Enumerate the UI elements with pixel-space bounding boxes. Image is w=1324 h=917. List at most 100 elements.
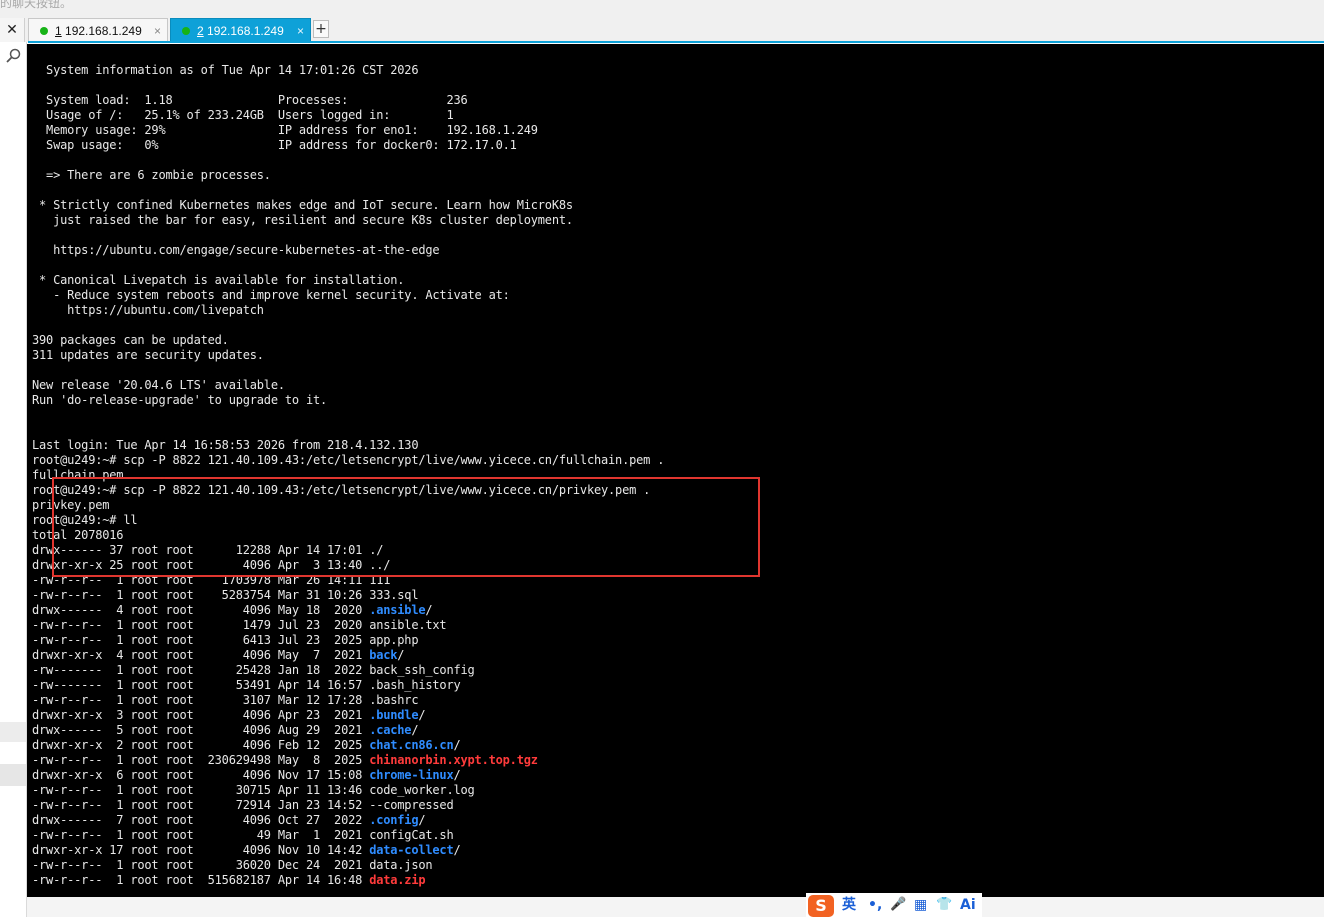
tab-label: 2 192.168.1.249 <box>197 24 284 38</box>
ai-button[interactable]: Ai <box>960 896 976 914</box>
terminal-line-text: drwxr-xr-x 17 root root 4096 Nov 10 14:4… <box>32 843 370 857</box>
terminal-line: Usage of /: 25.1% of 233.24GB Users logg… <box>32 108 664 123</box>
dir-slash: / <box>411 723 419 737</box>
terminal-line-text: root@u249:~# scp -P 8822 121.40.109.43:/… <box>32 453 665 467</box>
active-tab-underline <box>28 41 1324 43</box>
close-session-button[interactable]: ✕ <box>0 18 25 42</box>
terminal-line-text <box>32 153 39 167</box>
terminal-line: System information as of Tue Apr 14 17:0… <box>32 63 664 78</box>
terminal-line <box>32 228 664 243</box>
terminal-line: just raised the bar for easy, resilient … <box>32 213 664 228</box>
terminal-line: -rw------- 1 root root 53491 Apr 14 16:5… <box>32 678 664 693</box>
terminal-line-text: => There are 6 zombie processes. <box>32 168 271 182</box>
terminal-line <box>32 423 664 438</box>
terminal-line: drwx------ 7 root root 4096 Oct 27 2022 … <box>32 813 664 828</box>
terminal-line: drwx------ 5 root root 4096 Aug 29 2021 … <box>32 723 664 738</box>
terminal-line <box>32 78 664 93</box>
terminal-line: 311 updates are security updates. <box>32 348 664 363</box>
terminal-line-text: 390 packages can be updated. <box>32 333 229 347</box>
terminal-line-text: Last login: Tue Apr 14 16:58:53 2026 fro… <box>32 438 419 452</box>
status-bar <box>27 897 1324 917</box>
file-name: data-collect <box>369 843 454 857</box>
terminal-line: -rw-r--r-- 1 root root 3107 Mar 12 17:28… <box>32 693 664 708</box>
dir-slash: / <box>418 813 426 827</box>
terminal-line: -rw-r--r-- 1 root root 6413 Jul 23 2025 … <box>32 633 664 648</box>
terminal-line: drwxr-xr-x 4 root root 4096 May 7 2021 b… <box>32 648 664 663</box>
ime-language-toggle[interactable]: 英 <box>842 896 856 914</box>
terminal-line: root@u249:~# scp -P 8822 121.40.109.43:/… <box>32 453 664 468</box>
file-name: ansible.txt <box>369 618 447 632</box>
terminal-line-text: -rw-r--r-- 1 root root 72914 Jan 23 14:5… <box>32 798 370 812</box>
file-name: chrome-linux <box>369 768 454 782</box>
tab-session-1[interactable]: 1 192.168.1.249 × <box>28 18 168 42</box>
tab-label: 1 192.168.1.249 <box>55 24 142 38</box>
dir-slash: / <box>453 738 461 752</box>
file-name: .cache <box>369 723 412 737</box>
terminal-line: -rw-r--r-- 1 root root 36020 Dec 24 2021… <box>32 858 664 873</box>
file-name: app.php <box>369 633 419 647</box>
file-name: data.zip <box>369 873 426 887</box>
file-name: .config <box>369 813 419 827</box>
file-name: .ansible <box>369 603 426 617</box>
ime-punctuation-toggle[interactable]: •, <box>868 896 882 914</box>
terminal-line-text <box>32 423 39 437</box>
terminal-line-text: just raised the bar for easy, resilient … <box>32 213 573 227</box>
dir-slash: / <box>453 768 461 782</box>
terminal-line-text: -rw------- 1 root root 25428 Jan 18 2022 <box>32 663 370 677</box>
terminal-line-text: drwx------ 4 root root 4096 May 18 2020 <box>32 603 370 617</box>
file-name: .bundle <box>369 708 419 722</box>
terminal-line <box>32 153 664 168</box>
file-name: .bashrc <box>369 693 419 707</box>
file-name: 333.sql <box>369 588 419 602</box>
file-name: back_ssh_config <box>369 663 475 677</box>
skin-icon[interactable]: 👕 <box>936 896 952 914</box>
terminal-line: drwxr-xr-x 6 root root 4096 Nov 17 15:08… <box>32 768 664 783</box>
dir-slash: / <box>397 648 405 662</box>
terminal-line-text: -rw-r--r-- 1 root root 1479 Jul 23 2020 <box>32 618 370 632</box>
terminal-line: -rw-r--r-- 1 root root 49 Mar 1 2021 con… <box>32 828 664 843</box>
terminal-line-text <box>32 228 39 242</box>
top-hint-text: 的聊天按钮。 <box>0 0 73 10</box>
tab-close-icon[interactable]: × <box>154 19 161 43</box>
dir-slash: / <box>418 708 426 722</box>
terminal-line-text: Memory usage: 29% IP address for eno1: 1… <box>32 123 538 137</box>
terminal-line: -rw-r--r-- 1 root root 1479 Jul 23 2020 … <box>32 618 664 633</box>
terminal-line-text <box>32 258 39 272</box>
terminal-line: drwxr-xr-x 3 root root 4096 Apr 23 2021 … <box>32 708 664 723</box>
search-icon[interactable] <box>4 46 24 64</box>
file-name: chat.cn86.cn <box>369 738 454 752</box>
terminal-line: drwx------ 4 root root 4096 May 18 2020 … <box>32 603 664 618</box>
terminal-output: System information as of Tue Apr 14 17:0… <box>32 63 664 888</box>
terminal-line-text: 311 updates are security updates. <box>32 348 264 362</box>
add-tab-button[interactable]: + <box>313 20 329 38</box>
sogou-logo-icon[interactable]: S <box>808 895 834 917</box>
terminal-line <box>32 258 664 273</box>
terminal-line: System load: 1.18 Processes: 236 <box>32 93 664 108</box>
terminal-line-text: Run 'do-release-upgrade' to upgrade to i… <box>32 393 328 407</box>
terminal-line: https://ubuntu.com/livepatch <box>32 303 664 318</box>
terminal-line-text: -rw-r--r-- 1 root root 3107 Mar 12 17:28 <box>32 693 370 707</box>
terminal-line: - Reduce system reboots and improve kern… <box>32 288 664 303</box>
microphone-icon[interactable]: 🎤 <box>890 896 906 914</box>
terminal-view[interactable]: System information as of Tue Apr 14 17:0… <box>27 44 1324 897</box>
terminal-line-text: -rw-r--r-- 1 root root 30715 Apr 11 13:4… <box>32 783 370 797</box>
terminal-line: * Strictly confined Kubernetes makes edg… <box>32 198 664 213</box>
file-name: data.json <box>369 858 433 872</box>
terminal-line-text: System load: 1.18 Processes: 236 <box>32 93 468 107</box>
sidebar-divider <box>0 722 26 742</box>
terminal-line-text: Swap usage: 0% IP address for docker0: 1… <box>32 138 517 152</box>
terminal-line-text: -rw-r--r-- 1 root root 515682187 Apr 14 … <box>32 873 370 887</box>
keyboard-icon[interactable]: ▦ <box>914 896 927 914</box>
connected-status-icon <box>182 27 190 35</box>
terminal-line-text: drwxr-xr-x 4 root root 4096 May 7 2021 <box>32 648 370 662</box>
terminal-line-text: -rw-r--r-- 1 root root 49 Mar 1 2021 <box>32 828 370 842</box>
terminal-line-text: -rw-r--r-- 1 root root 230629498 May 8 2… <box>32 753 370 767</box>
terminal-line <box>32 318 664 333</box>
terminal-line-text <box>32 318 39 332</box>
tab-close-icon[interactable]: × <box>297 19 304 43</box>
tab-session-2[interactable]: 2 192.168.1.249 × <box>170 18 311 42</box>
terminal-line-text: -rw-r--r-- 1 root root 6413 Jul 23 2025 <box>32 633 370 647</box>
file-name: code_worker.log <box>369 783 475 797</box>
file-name: .bash_history <box>369 678 461 692</box>
terminal-line-text: System information as of Tue Apr 14 17:0… <box>32 63 419 77</box>
